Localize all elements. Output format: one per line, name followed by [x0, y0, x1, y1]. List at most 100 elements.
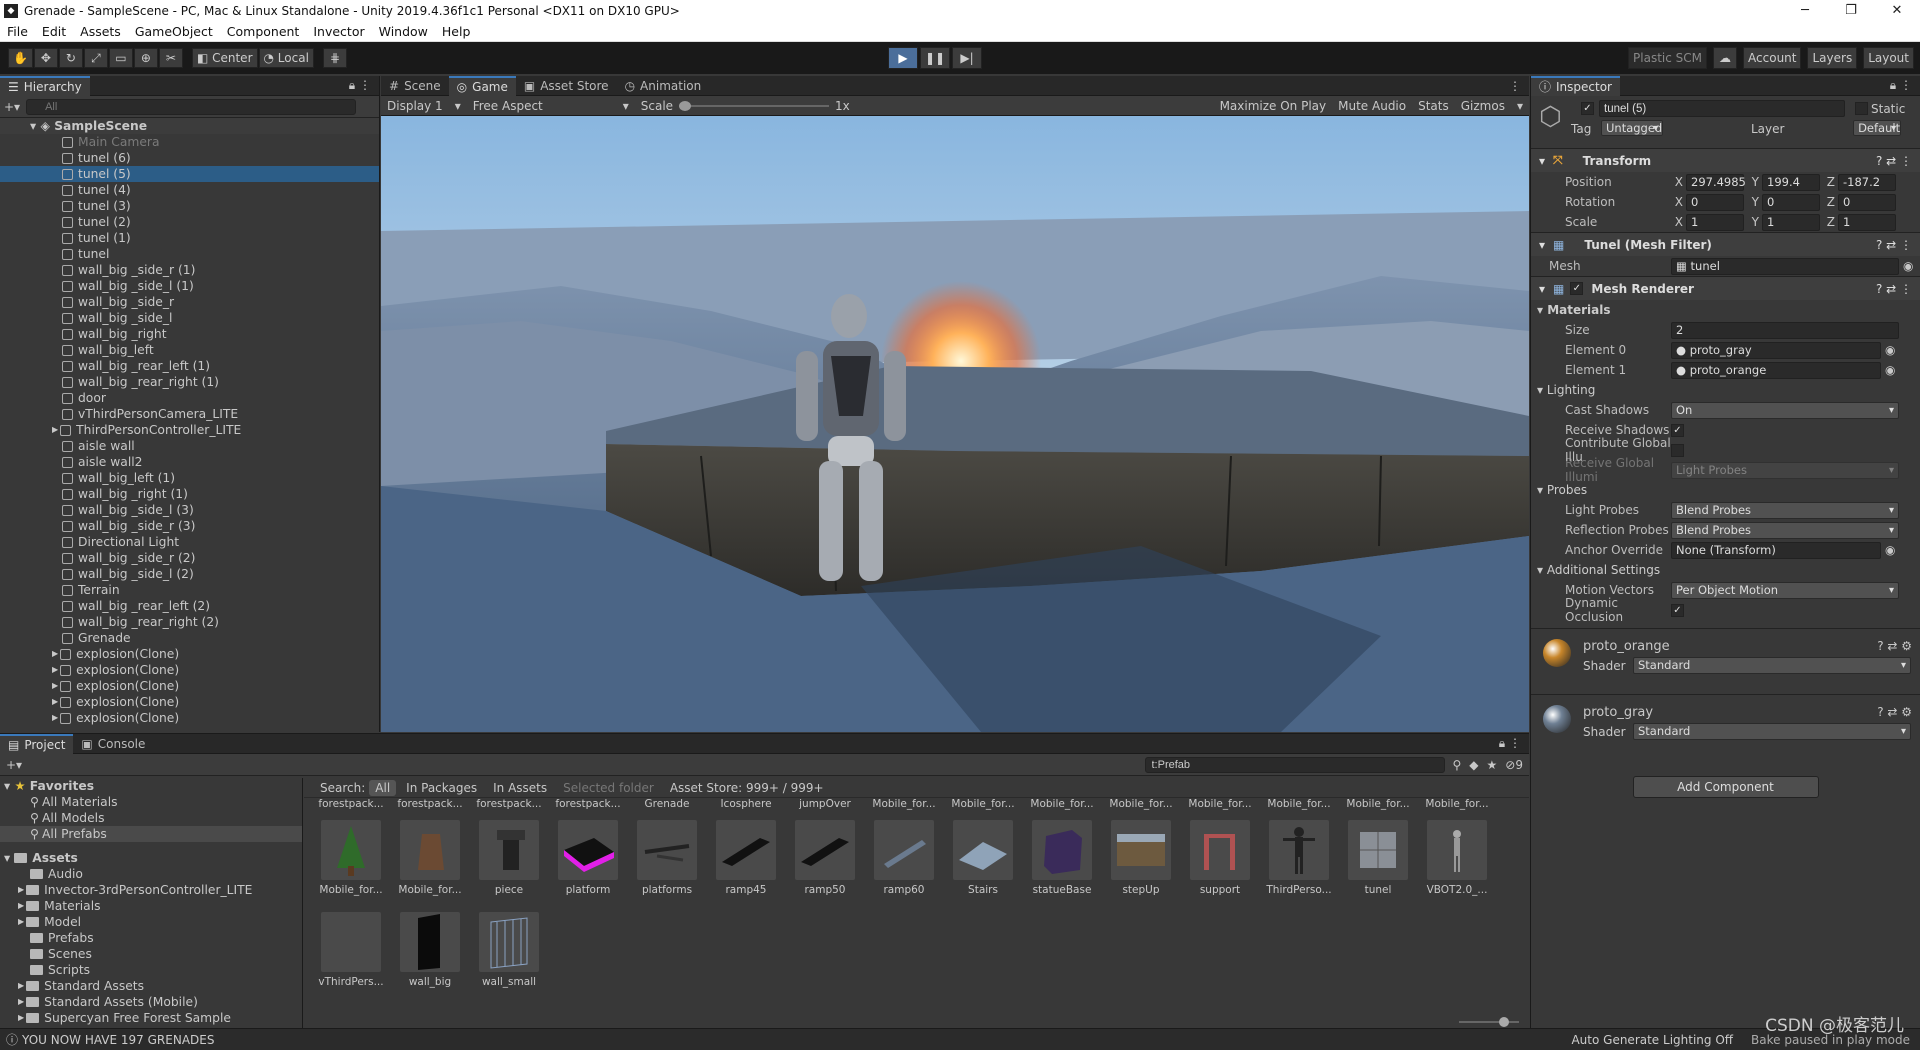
tag-dropdown[interactable]: Untagged	[1601, 120, 1664, 136]
mesh-filter-header[interactable]: ▾ ▦ Tunel (Mesh Filter) ? ⇄ ⋮	[1531, 232, 1920, 256]
close-button[interactable]: ✕	[1874, 0, 1920, 22]
transform-position-y-field[interactable]: 199.4	[1762, 173, 1820, 191]
hand-tool-icon[interactable]: ✋	[8, 48, 33, 68]
transform-scale-y-field[interactable]: 1	[1762, 213, 1820, 231]
hierarchy-item[interactable]: wall_big _rear_right (1)	[0, 374, 379, 390]
menu-item-window[interactable]: Window	[372, 24, 435, 39]
console-message[interactable]: YOU NOW HAVE 197 GRENADES	[22, 1033, 214, 1047]
folder-item[interactable]: ▶ Invector-3rdPersonController_LITE	[0, 882, 302, 898]
tab-hierarchy[interactable]: ☰ Hierarchy	[0, 75, 90, 96]
expand-arrow-icon[interactable]: ▶	[18, 914, 24, 930]
object-picker-icon[interactable]: ◉	[1885, 363, 1895, 377]
hierarchy-item[interactable]: Main Camera	[0, 134, 379, 150]
minimize-button[interactable]: ─	[1782, 0, 1828, 22]
hierarchy-item[interactable]: wall_big_left	[0, 342, 379, 358]
hierarchy-item[interactable]: ▶ explosion(Clone)	[0, 662, 379, 678]
hierarchy-item[interactable]: Terrain	[0, 582, 379, 598]
scope-0[interactable]: All	[369, 779, 397, 796]
asset-item[interactable]: VBOT2.0_...	[1422, 814, 1492, 896]
panel-menu-icon[interactable]: ⋮	[1509, 79, 1529, 93]
game-viewport[interactable]	[381, 116, 1529, 732]
hierarchy-item[interactable]: wall_big _rear_left (2)	[0, 598, 379, 614]
folder-item[interactable]: ▶ Standard Assets (Mobile)	[0, 994, 302, 1010]
lighting-foldout[interactable]: ▾ Lighting	[1531, 380, 1920, 400]
shader-dropdown[interactable]: Standard	[1633, 657, 1911, 674]
asset-label[interactable]: Mobile_for...	[1422, 798, 1492, 810]
motion-vectors-dropdown[interactable]: Per Object Motion	[1671, 581, 1899, 599]
asset-item[interactable]: ramp60	[869, 814, 939, 896]
hierarchy-search-input[interactable]	[26, 98, 357, 115]
dynamic-occlusion-checkbox[interactable]: ✓	[1671, 603, 1684, 617]
maximize-button[interactable]: ❐	[1828, 0, 1874, 22]
hierarchy-item[interactable]: tunel	[0, 246, 379, 262]
stats-toggle[interactable]: Stats	[1412, 99, 1455, 113]
favorite-item[interactable]: ⚲ All Materials	[0, 794, 302, 810]
lock-icon[interactable]: 🔒︎ ⋮	[349, 78, 379, 93]
inspector-lock-icon[interactable]: 🔒︎ ⋮	[1890, 78, 1920, 93]
tab-asset-store[interactable]: ▣ Asset Store	[516, 76, 617, 96]
tab-animation[interactable]: ◷ Animation	[617, 76, 710, 96]
panel-lock-icon[interactable]: 🔒︎ ⋮	[1499, 736, 1529, 751]
favorite-star-icon[interactable]: ★	[1487, 758, 1498, 772]
play-button[interactable]: ▶	[888, 47, 918, 69]
asset-label[interactable]: Mobile_for...	[869, 798, 939, 810]
hidden-packages-icon[interactable]: ⊘9	[1505, 758, 1523, 772]
account-dropdown[interactable]: Account	[1743, 47, 1802, 69]
mesh-renderer-enabled-checkbox[interactable]: ✓	[1570, 282, 1584, 295]
menu-item-file[interactable]: File	[0, 24, 35, 39]
menu-item-gameobject[interactable]: GameObject	[128, 24, 220, 39]
asset-item[interactable]: piece	[474, 814, 544, 896]
expand-arrow-icon[interactable]: ▶	[52, 710, 58, 726]
asset-item[interactable]: vThirdPers...	[316, 906, 386, 988]
expand-arrow-icon[interactable]: ▶	[52, 678, 58, 694]
hierarchy-item[interactable]: vThirdPersonCamera_LITE	[0, 406, 379, 422]
expand-arrow-icon[interactable]: ▶	[18, 898, 24, 914]
hierarchy-item[interactable]: ▶ explosion(Clone)	[0, 710, 379, 726]
asset-label[interactable]: Mobile_for...	[948, 798, 1018, 810]
hierarchy-item[interactable]: wall_big _right (1)	[0, 486, 379, 502]
tab-project[interactable]: ▤ Project	[0, 733, 74, 754]
object-name-field[interactable]	[1599, 100, 1845, 117]
hierarchy-item[interactable]: wall_big _side_l (3)	[0, 502, 379, 518]
asset-item[interactable]: Stairs	[948, 814, 1018, 896]
transform-scale-x-field[interactable]: 1	[1686, 213, 1744, 231]
hierarchy-item[interactable]: wall_big _rear_left (1)	[0, 358, 379, 374]
component-menu-icon[interactable]: ? ⇄ ⋮	[1876, 238, 1920, 252]
step-button[interactable]: ▶|	[952, 47, 982, 69]
menu-item-component[interactable]: Component	[220, 24, 307, 39]
pivot-local-button[interactable]: ◔ Local	[258, 48, 314, 68]
layout-dropdown[interactable]: Layout	[1863, 47, 1914, 69]
hierarchy-item[interactable]: wall_big _side_l (1)	[0, 278, 379, 294]
asset-item[interactable]: ramp45	[711, 814, 781, 896]
scale-tool-icon[interactable]: ⤢	[83, 48, 108, 68]
expand-arrow-icon[interactable]: ▶	[52, 662, 58, 678]
asset-item[interactable]: wall_big	[395, 906, 465, 988]
asset-item[interactable]: Mobile_for...	[316, 814, 386, 896]
transform-rotation-x-field[interactable]: 0	[1686, 193, 1744, 211]
object-picker-icon[interactable]: ◉	[1885, 543, 1895, 557]
transform-rotation-y-field[interactable]: 0	[1762, 193, 1820, 211]
asset-label[interactable]: Icosphere	[711, 798, 781, 810]
pause-button[interactable]: ❚❚	[920, 47, 950, 69]
anchor-override-field[interactable]: None (Transform)	[1671, 541, 1881, 559]
folder-item[interactable]: Prefabs	[0, 930, 302, 946]
transform-position-z-field[interactable]: -187.2	[1838, 173, 1896, 191]
hierarchy-item[interactable]: wall_big _right	[0, 326, 379, 342]
hierarchy-item[interactable]: tunel (1)	[0, 230, 379, 246]
project-search-input[interactable]	[1144, 756, 1445, 773]
layer-dropdown[interactable]: Default	[1853, 120, 1902, 136]
hierarchy-item[interactable]: door	[0, 390, 379, 406]
material-menu-icon[interactable]: ? ⇄ ⚙	[1877, 705, 1912, 719]
tab-game[interactable]: ◎ Game	[448, 75, 516, 96]
scale-slider[interactable]	[679, 100, 830, 111]
materials-foldout[interactable]: ▾ Materials	[1531, 300, 1920, 320]
scope-4[interactable]: Asset Store: 999+ / 999+	[664, 780, 830, 796]
hierarchy-item[interactable]: ▶ explosion(Clone)	[0, 694, 379, 710]
hierarchy-item[interactable]: wall_big_left (1)	[0, 470, 379, 486]
hierarchy-item[interactable]: wall_big _side_r	[0, 294, 379, 310]
hierarchy-item[interactable]: tunel (3)	[0, 198, 379, 214]
asset-item[interactable]: ThirdPerso...	[1264, 814, 1334, 896]
hierarchy-item[interactable]: wall_big _side_r (2)	[0, 550, 379, 566]
mesh-field[interactable]: ▦ tunel	[1671, 257, 1899, 275]
menu-item-invector[interactable]: Invector	[306, 24, 371, 39]
